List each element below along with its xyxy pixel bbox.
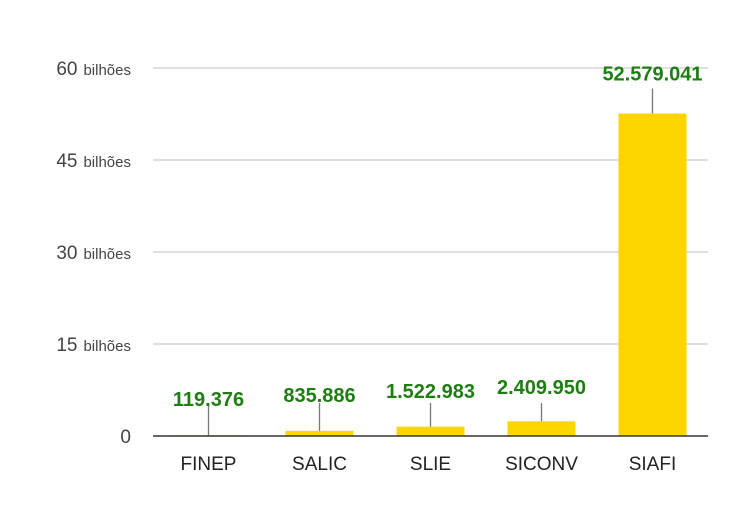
- y-tick-number: 30: [56, 243, 77, 264]
- y-tick-number: 15: [56, 335, 77, 356]
- x-tick-label: SLIE: [410, 454, 451, 475]
- y-tick-number: 45: [56, 151, 77, 172]
- y-tick-unit: bilhões: [83, 62, 131, 79]
- x-tick-label: FINEP: [181, 454, 237, 475]
- x-tick-label: SICONV: [505, 454, 578, 475]
- bar-salic: [285, 430, 354, 436]
- y-tick-number: 0: [120, 427, 131, 448]
- bar-chart: 0 15 bilhões 30 bilhões 45 bilhões 60 bilhões 11…: [56, 59, 708, 475]
- data-label-siconv: 2.409.950: [497, 377, 586, 399]
- x-tick-label: SIAFI: [629, 454, 677, 475]
- x-axis-categories: FINEP SALIC SLIE SICONV SIAFI: [181, 454, 677, 475]
- y-tick-label: 45 bilhões: [56, 151, 131, 172]
- bar-siafi: [618, 113, 687, 437]
- x-tick-label: SALIC: [292, 454, 347, 475]
- y-tick-label: 60 bilhões: [56, 59, 131, 80]
- y-tick-label: 30 bilhões: [56, 243, 131, 264]
- data-label-slie: 1.522.983: [386, 381, 475, 403]
- data-label-salic: 835.886: [283, 385, 355, 407]
- y-tick-unit: bilhões: [83, 154, 131, 171]
- y-tick-label: 0: [120, 427, 131, 448]
- y-tick-number: 60: [56, 59, 77, 80]
- data-label-siafi: 52.579.041: [602, 64, 702, 86]
- y-axis-ticks: 0 15 bilhões 30 bilhões 45 bilhões 60 bilhões: [56, 59, 131, 448]
- data-label-finep: 119.376: [173, 389, 244, 411]
- bar-slie: [396, 426, 465, 436]
- y-tick-unit: bilhões: [83, 246, 131, 263]
- y-tick-label: 15 bilhões: [56, 335, 131, 356]
- bar-siconv: [507, 421, 576, 436]
- y-tick-unit: bilhões: [83, 338, 131, 355]
